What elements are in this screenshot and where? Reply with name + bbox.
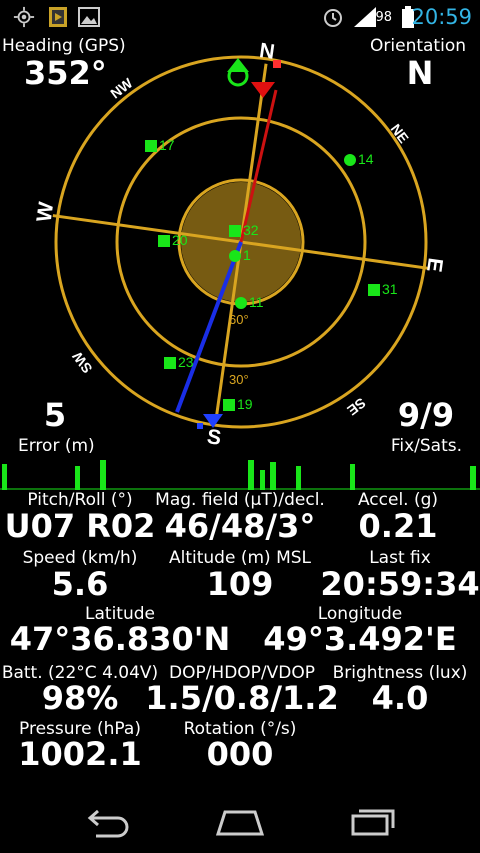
satellite-id-label: 11 xyxy=(249,294,264,310)
alarm-icon xyxy=(324,9,342,27)
brightness-value: 4.0 xyxy=(371,679,429,717)
home-icon[interactable] xyxy=(215,808,265,836)
compass-radar[interactable]: N S E W NW NE SE SW 30° 60° 171420321113… xyxy=(0,36,480,454)
satellite-marker: 23 xyxy=(164,354,194,370)
compass-nw-label: NW xyxy=(107,74,136,101)
error-label: Error (m) xyxy=(18,436,95,456)
longitude-value: 49°3.492'E xyxy=(263,620,457,658)
satellite-marker: 17 xyxy=(145,137,175,153)
satellite-marker: 20 xyxy=(158,232,188,248)
satellite-signal-bars xyxy=(0,460,480,490)
satellite-dot xyxy=(164,357,176,369)
ring-30-label: 30° xyxy=(229,372,249,387)
satellite-marker: 14 xyxy=(344,151,374,167)
image-icon xyxy=(78,7,100,27)
satellite-id-label: 1 xyxy=(243,247,251,263)
accel-value: 0.21 xyxy=(358,507,438,545)
media-icon xyxy=(49,7,67,27)
level-bubble-icon xyxy=(227,58,249,87)
status-bar: 98 20:59 xyxy=(0,0,480,36)
compass-south-label: S xyxy=(206,425,223,450)
compass-west-label: W xyxy=(33,200,59,223)
ring-60-label: 60° xyxy=(229,312,249,327)
north-dot xyxy=(273,60,281,68)
signal-icon xyxy=(354,7,376,27)
mag-field-value: 46/48/3° xyxy=(164,507,316,545)
satellite-marker: 31 xyxy=(368,281,398,297)
satellite-dot xyxy=(368,284,380,296)
signal-bar xyxy=(248,460,254,490)
gps-icon xyxy=(13,6,35,28)
satellite-id-label: 20 xyxy=(172,232,188,248)
signal-bar xyxy=(100,460,106,490)
satellite-id-label: 19 xyxy=(237,396,253,412)
compass-se-label: SE xyxy=(344,395,369,419)
compass-north-label: N xyxy=(258,39,276,64)
signal-bar xyxy=(260,470,265,490)
battery-value: 98% xyxy=(41,679,119,717)
status-time: 20:59 xyxy=(411,5,472,29)
altitude-value: 109 xyxy=(206,565,274,603)
south-dot xyxy=(197,423,203,429)
satellite-id-label: 32 xyxy=(243,222,259,238)
last-fix-value: 20:59:34 xyxy=(320,565,480,603)
satellite-dot xyxy=(235,297,247,309)
latitude-value: 47°36.830'N xyxy=(9,620,231,658)
signal-bar xyxy=(296,466,301,490)
dop-value: 1.5/0.8/1.2 xyxy=(145,679,339,717)
pressure-value: 1002.1 xyxy=(18,735,142,773)
rotation-value: 000 xyxy=(206,735,274,773)
battery-level-text: 98 xyxy=(375,10,392,25)
signal-bar xyxy=(470,466,476,490)
satellite-id-label: 14 xyxy=(358,151,374,167)
signal-bar xyxy=(350,464,355,490)
pitch-roll-value: U07 R02 xyxy=(4,507,156,545)
fix-label: Fix/Sats. xyxy=(390,436,462,456)
compass-east-label: E xyxy=(422,256,447,273)
satellite-id-label: 17 xyxy=(159,137,175,153)
signal-bar xyxy=(2,464,7,490)
satellite-dot xyxy=(229,225,241,237)
satellite-dot xyxy=(344,154,356,166)
satellite-id-label: 31 xyxy=(382,281,398,297)
satellite-dot xyxy=(229,250,241,262)
signal-bar xyxy=(270,462,276,490)
satellite-marker: 19 xyxy=(223,396,253,412)
compass-ne-label: NE xyxy=(388,121,412,146)
back-icon[interactable] xyxy=(82,808,132,838)
navigation-bar xyxy=(0,790,480,853)
signal-bar xyxy=(75,466,80,490)
satellite-dot xyxy=(145,140,157,152)
north-marker-icon xyxy=(251,82,275,98)
satellite-dot xyxy=(158,235,170,247)
error-value: 5 xyxy=(43,396,67,434)
speed-value: 5.6 xyxy=(51,565,109,603)
satellite-dot xyxy=(223,399,235,411)
satellite-id-label: 23 xyxy=(178,354,194,370)
fix-value: 9/9 xyxy=(397,396,455,434)
recent-apps-icon[interactable] xyxy=(350,804,400,836)
